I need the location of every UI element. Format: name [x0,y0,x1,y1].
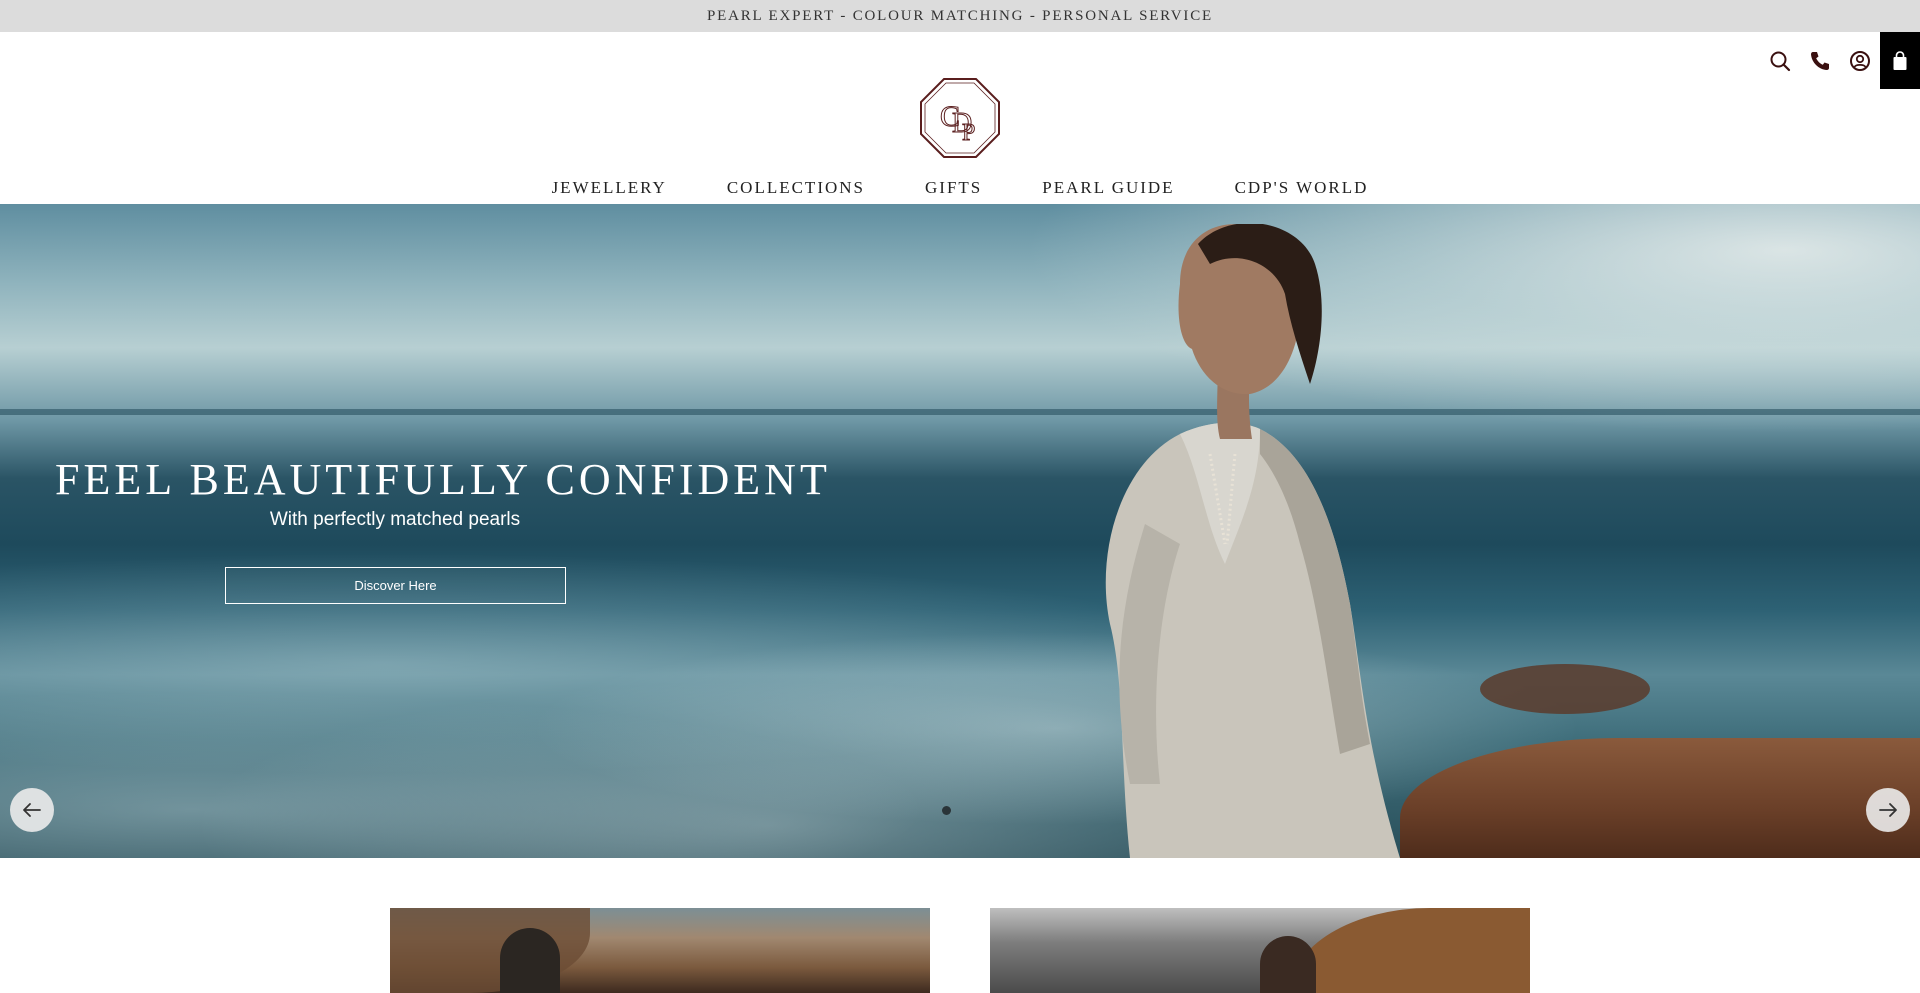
discover-button[interactable]: Discover Here [225,567,566,604]
nav-item-gifts[interactable]: GIFTS [925,176,982,200]
main-navigation: JEWELLERY COLLECTIONS GIFTS PEARL GUIDE … [0,176,1920,200]
slide-prev-button[interactable] [10,788,54,832]
svg-text:P: P [962,120,975,146]
nav-item-jewellery[interactable]: JEWELLERY [552,176,667,200]
nav-item-pearl-guide[interactable]: PEARL GUIDE [1042,176,1174,200]
slide-indicators [942,806,951,815]
feature-tile-image[interactable] [990,908,1530,993]
hero-model-image [1105,224,1400,858]
tile-rock-shape [390,908,590,993]
phone-icon[interactable] [1800,41,1840,81]
hero-title: FEEL BEAUTIFULLY CONFIDENT [55,455,831,504]
header-actions [1760,32,1920,89]
arrow-left-icon [23,803,41,817]
hero-slideshow: FEEL BEAUTIFULLY CONFIDENT With perfectl… [0,204,1920,858]
tile-rock-shape [1290,908,1530,993]
logo-emblem-icon: C D P [920,78,1000,158]
announcement-bar: PEARL EXPERT - COLOUR MATCHING - PERSONA… [0,0,1920,32]
cart-button[interactable] [1880,32,1920,89]
tile-model-shape [1260,936,1316,993]
brand-logo[interactable]: C D P [918,76,1002,160]
nav-item-cdps-world[interactable]: CDP'S WORLD [1235,176,1369,200]
feature-tiles [0,908,1920,993]
feature-tile-image[interactable] [390,908,930,993]
announcement-text: PEARL EXPERT - COLOUR MATCHING - PERSONA… [707,7,1213,24]
slide-next-button[interactable] [1866,788,1910,832]
account-icon[interactable] [1840,41,1880,81]
slide-dot[interactable] [942,806,951,815]
arrow-right-icon [1879,803,1897,817]
tile-model-shape [500,928,560,993]
hero-subtitle: With perfectly matched pearls [269,509,521,530]
nav-item-collections[interactable]: COLLECTIONS [727,176,865,200]
bag-icon [1893,50,1907,70]
search-icon[interactable] [1760,41,1800,81]
